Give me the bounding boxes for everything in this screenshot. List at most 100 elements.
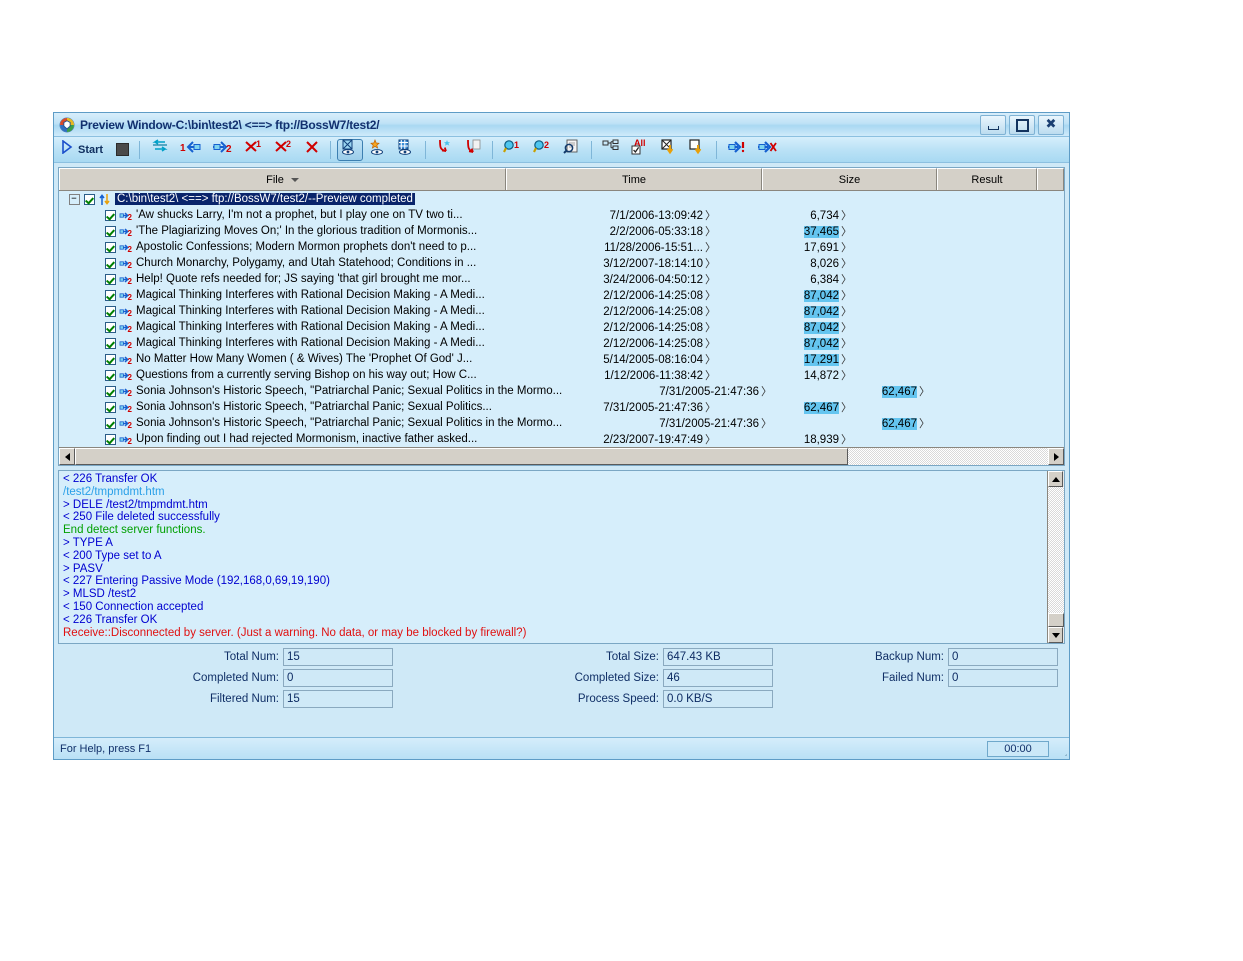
column-size-label: Size — [838, 173, 861, 186]
svg-text:2: 2 — [128, 389, 133, 398]
row-checkbox[interactable] — [105, 289, 116, 301]
transfer-cancel-button[interactable] — [753, 139, 781, 161]
horizontal-scrollbar[interactable] — [59, 447, 1064, 465]
column-file[interactable]: File — [59, 168, 506, 190]
log-line: > PASV — [63, 562, 103, 575]
table-row[interactable]: 2 Magical Thinking Interferes with Ration… — [59, 303, 1064, 319]
row-checkbox[interactable] — [105, 321, 116, 333]
transfer-now-button[interactable] — [723, 139, 751, 161]
row-checkbox[interactable] — [105, 225, 116, 237]
file-list-rows[interactable]: − C:\bin\test2\ <==> ftp://BossW7/test2/… — [59, 191, 1064, 447]
row-checkbox[interactable] — [105, 273, 116, 285]
column-header-row: File Time Size Result — [59, 168, 1064, 191]
row-checkbox[interactable] — [105, 369, 116, 381]
box-down-arrow-icon — [688, 139, 706, 160]
minimize-button[interactable] — [980, 115, 1006, 135]
refresh-new-button[interactable] — [432, 139, 458, 161]
refresh-file-button[interactable] — [460, 139, 486, 161]
cell-file: No Matter How Many Women ( & Wives) The … — [136, 353, 473, 365]
log-line: > DELE /test2/tmpmdmt.htm — [63, 498, 208, 511]
row-checkbox[interactable] — [105, 385, 116, 397]
tree-view-button[interactable] — [598, 139, 624, 161]
transfer-direction-icon: 2 — [119, 385, 133, 398]
delete-button[interactable] — [300, 139, 324, 161]
row-checkbox[interactable] — [105, 353, 116, 365]
svg-text:2: 2 — [128, 437, 133, 446]
delete-2-button[interactable]: 2 — [270, 139, 298, 161]
browse-1-button[interactable]: 1 — [499, 139, 527, 161]
row-checkbox[interactable] — [105, 337, 116, 349]
status-bar: For Help, press F1 00:00 — [54, 737, 1069, 759]
sync-to-1-button[interactable]: 1 — [176, 139, 206, 161]
preview-all-button[interactable] — [337, 138, 364, 161]
cell-file: Sonia Johnson's Historic Speech, "Patria… — [136, 385, 563, 397]
cell-file: Magical Thinking Interferes with Rationa… — [136, 289, 485, 301]
column-result[interactable]: Result — [937, 168, 1037, 190]
row-checkbox[interactable] — [105, 433, 116, 445]
column-time[interactable]: Time — [506, 168, 762, 190]
table-row[interactable]: 2 Sonia Johnson's Historic Speech, "Patri… — [59, 383, 1064, 399]
root-checkbox[interactable] — [84, 193, 95, 205]
vscroll-track[interactable] — [1048, 487, 1064, 613]
transfer-direction-icon: 2 — [119, 305, 133, 318]
table-row[interactable]: 2 Sonia Johnson's Historic Speech, "Patri… — [59, 399, 1064, 415]
sync-both-button[interactable] — [146, 139, 174, 161]
column-size[interactable]: Size — [762, 168, 937, 190]
delete-1-button[interactable]: 1 — [240, 139, 268, 161]
resize-grip-icon[interactable] — [1053, 742, 1067, 756]
uncheck-download-button[interactable] — [656, 139, 682, 161]
maximize-button[interactable] — [1009, 115, 1035, 135]
row-checkbox[interactable] — [105, 401, 116, 413]
table-row[interactable]: 2 Help! Quote refs needed for; JS saying … — [59, 271, 1064, 287]
log-text[interactable]: < 226 Transfer OK /test2/tmpmdmt.htm > DE… — [59, 471, 1047, 643]
collapse-icon[interactable]: − — [68, 193, 80, 205]
scroll-down-button[interactable] — [1048, 627, 1063, 643]
table-row[interactable]: 2 Church Monarchy, Polygamy, and Utah Sta… — [59, 255, 1064, 271]
expander-cell[interactable]: − — [64, 193, 84, 205]
hscroll-thumb[interactable] — [75, 448, 848, 465]
table-row[interactable]: 2 Magical Thinking Interferes with Ration… — [59, 335, 1064, 351]
select-all-button[interactable]: All — [626, 138, 654, 161]
tree-root-row[interactable]: − C:\bin\test2\ <==> ftp://BossW7/test2/… — [59, 191, 1064, 207]
sync-to-2-button[interactable]: 2 — [208, 139, 238, 161]
size-value: 6,734 — [810, 210, 839, 222]
title-bar[interactable]: Preview Window-C:\bin\test2\ <==> ftp://… — [54, 113, 1069, 137]
table-row[interactable]: 2 Apostolic Confessions; Modern Mormon pr… — [59, 239, 1064, 255]
scroll-right-button[interactable] — [1048, 448, 1064, 465]
table-row[interactable]: 2 Upon finding out I had rejected Mormoni… — [59, 431, 1064, 447]
table-row[interactable]: 2 'Aw shucks Larry, I'm not a prophet, bu… — [59, 207, 1064, 223]
cell-time: 3/12/2007-18:14:10 〉 — [603, 258, 716, 270]
table-row[interactable]: 2 Magical Thinking Interferes with Ration… — [59, 287, 1064, 303]
close-button[interactable]: ✖ — [1038, 115, 1064, 135]
cell-size: 37,465 〉 — [803, 223, 852, 239]
vscroll-thumb[interactable] — [1048, 613, 1064, 627]
log-vertical-scrollbar[interactable] — [1047, 471, 1064, 643]
time-chevron-icon: 〉 — [705, 322, 716, 334]
row-checkbox[interactable] — [105, 257, 116, 269]
hscroll-track[interactable] — [848, 448, 1048, 465]
check-download-button[interactable] — [684, 139, 710, 161]
stop-button[interactable] — [112, 139, 133, 161]
inspect-button[interactable] — [559, 139, 585, 161]
row-checkbox[interactable] — [105, 305, 116, 317]
browse-2-button[interactable]: 2 — [529, 139, 557, 161]
backup-num-value: 0 — [948, 648, 1058, 666]
row-checkbox[interactable] — [105, 417, 116, 429]
table-row[interactable]: 2 No Matter How Many Women ( & Wives) The… — [59, 351, 1064, 367]
scroll-up-button[interactable] — [1048, 471, 1063, 487]
size-value: 6,384 — [810, 274, 839, 286]
table-row[interactable]: 2 Sonia Johnson's Historic Speech, "Patri… — [59, 415, 1064, 431]
table-row[interactable]: 2 Questions from a currently serving Bish… — [59, 367, 1064, 383]
size-chevron-icon: 〉 — [919, 418, 930, 430]
scroll-left-button[interactable] — [59, 448, 75, 465]
row-checkbox[interactable] — [105, 241, 116, 253]
cell-time: 2/12/2006-14:25:08 〉 — [603, 290, 716, 302]
preview-new-button[interactable] — [365, 139, 391, 161]
row-checkbox[interactable] — [105, 209, 116, 221]
cell-size: 6,384 〉 — [810, 271, 852, 287]
preview-diff-button[interactable] — [393, 139, 419, 161]
cell-time: 2/2/2006-05:33:18 〉 — [609, 226, 716, 238]
start-button[interactable]: Start — [58, 139, 110, 161]
table-row[interactable]: 2 'The Plagiarizing Moves On;' In the glo… — [59, 223, 1064, 239]
table-row[interactable]: 2 Magical Thinking Interferes with Ration… — [59, 319, 1064, 335]
